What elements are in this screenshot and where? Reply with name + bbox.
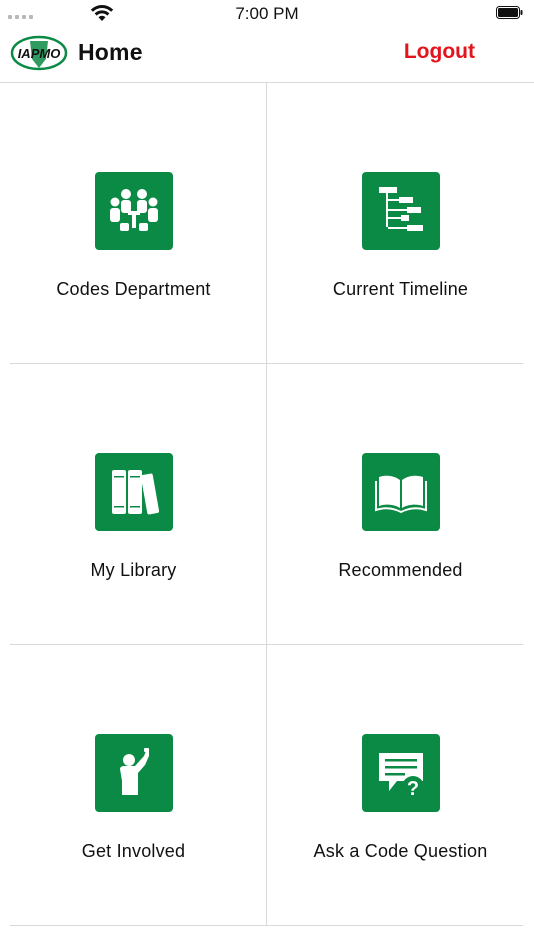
menu-item-ask-a-code-question[interactable]: ? Ask a Code Question <box>267 645 534 926</box>
grid-divider <box>10 925 523 926</box>
page-title: Home <box>78 39 143 65</box>
menu-item-get-involved[interactable]: Get Involved <box>0 645 267 926</box>
status-time: 7:00 PM <box>235 4 299 23</box>
logout-button[interactable]: Logout <box>404 40 475 64</box>
svg-text:IAPMO: IAPMO <box>18 46 61 61</box>
menu-item-label: Codes Department <box>56 279 211 299</box>
menu-item-my-library[interactable]: My Library <box>0 364 267 645</box>
menu-item-recommended[interactable]: Recommended <box>267 364 534 645</box>
battery-icon <box>496 6 523 19</box>
menu-item-codes-department[interactable]: Codes Department <box>0 83 267 364</box>
raise-hand-icon <box>94 734 173 812</box>
home-menu-grid: Codes Department Current Timeline My Lib… <box>0 83 534 926</box>
iapmo-logo: IAPMO <box>10 35 68 71</box>
status-bar: 7:00 PM <box>0 0 534 26</box>
menu-row: Codes Department Current Timeline <box>0 83 534 364</box>
books-icon <box>94 453 173 531</box>
timeline-icon <box>361 172 440 250</box>
question-bubble-icon: ? <box>361 734 440 812</box>
menu-item-current-timeline[interactable]: Current Timeline <box>267 83 534 364</box>
meeting-icon <box>94 172 173 250</box>
menu-item-label: Recommended <box>338 560 463 580</box>
open-book-icon <box>361 453 440 531</box>
menu-row: Get Involved ? Ask a Code Question <box>0 645 534 926</box>
svg-text:?: ? <box>406 778 418 800</box>
menu-item-label: Ask a Code Question <box>313 841 488 861</box>
menu-row: My Library Recommended <box>0 364 534 645</box>
menu-item-label: Current Timeline <box>332 279 469 299</box>
menu-item-label: Get Involved <box>81 841 186 861</box>
menu-item-label: My Library <box>90 560 177 580</box>
navigation-bar: IAPMO Home Logout <box>0 26 534 83</box>
